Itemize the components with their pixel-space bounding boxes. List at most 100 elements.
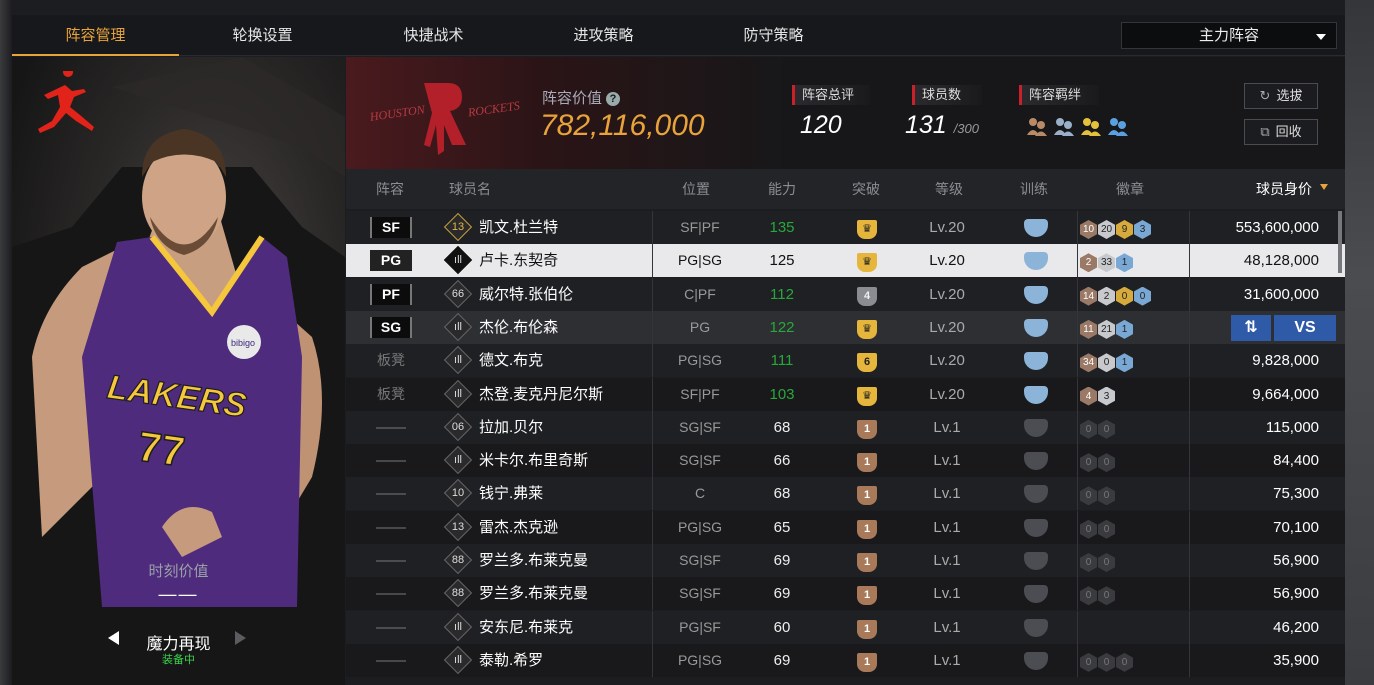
badge-hex-icon: 0 (1134, 286, 1151, 306)
help-icon[interactable]: ? (606, 92, 621, 106)
skin-next-arrow-icon[interactable] (235, 631, 246, 645)
bond-icons[interactable] (1026, 115, 1129, 137)
recycle-button[interactable]: ⧉ 回收 (1244, 119, 1318, 145)
bond-bronze-icon[interactable] (1026, 115, 1048, 137)
player-level: Lv.1 (933, 585, 961, 603)
player-overall: 112 (770, 285, 794, 303)
training-shield-icon[interactable] (1024, 252, 1048, 271)
training-shield-icon[interactable] (1024, 318, 1048, 337)
training-shield-icon[interactable] (1024, 651, 1048, 670)
badge-hex-icon: 11 (1080, 319, 1097, 339)
player-value: 553,600,000 (1235, 219, 1319, 236)
table-row[interactable]: PF 66 威尔特.张伯伦 C|PF 112 4 Lv.20 14 2 0 0 31,600,000 (346, 277, 1345, 311)
badge-hex-icon: 1 (1116, 353, 1133, 373)
player-position: SG|SF (679, 585, 721, 602)
jersey-number-icon: 06 (443, 412, 473, 441)
tab-quick-tactics[interactable]: 快捷战术 (350, 15, 517, 56)
reserve-label: —— (376, 485, 406, 503)
player-value: 56,900 (1273, 585, 1319, 603)
training-shield-icon[interactable] (1024, 352, 1048, 371)
slot-cell: 板凳 (368, 344, 414, 377)
table-row[interactable]: —— 06 拉加.贝尔 SG|SF 68 1 Lv.1 0 0 115,000 (346, 410, 1345, 444)
col-level[interactable]: 等级 (935, 169, 963, 209)
table-row[interactable]: —— 10 钱宁.弗莱 C 68 1 Lv.1 0 0 75,300 (346, 477, 1345, 511)
table-row[interactable]: —— 88 罗兰多.布莱克曼 SG|SF 69 1 Lv.1 0 0 56,900 (346, 544, 1345, 577)
roster-scrollbar[interactable] (1338, 211, 1342, 273)
svg-text:bibigo: bibigo (231, 338, 255, 348)
player-level: Lv.1 (933, 618, 961, 636)
table-row[interactable]: —— 88 罗兰多.布莱克曼 SG|SF 69 1 Lv.1 0 0 56,900 (346, 577, 1345, 611)
training-cell (1002, 311, 1070, 344)
scout-button[interactable]: ↻ 选拔 (1244, 83, 1318, 109)
table-row[interactable]: —— ıll 泰勒.希罗 PG|SG 69 1 Lv.1 0 0 0 35,900 (346, 643, 1345, 677)
table-row[interactable]: SGıll杰伦.布伦森PG122♛Lv.20112116⇅VS (346, 310, 1345, 344)
player-position: PG|SG (677, 252, 723, 269)
jersey-cell: 10 (443, 477, 473, 510)
badge-hex-icon: 0 (1098, 586, 1115, 606)
training-shield-icon[interactable] (1024, 219, 1048, 237)
player-position: PG|SG (677, 518, 723, 535)
training-shield-icon[interactable] (1024, 418, 1048, 437)
breakthrough-cell: 1 (834, 644, 900, 677)
breakthrough-icon: ♛ (857, 319, 877, 339)
training-shield-icon[interactable] (1024, 385, 1048, 404)
col-slot[interactable]: 阵容 (376, 169, 404, 209)
training-shield-icon[interactable] (1024, 585, 1048, 604)
reserve-label: —— (376, 518, 406, 536)
player-overall: 65 (773, 518, 791, 536)
player-value: 75,300 (1273, 485, 1319, 503)
table-row[interactable]: PG ıll 卢卡.东契奇 PG|SG 125 ♛ Lv.20 2 33 1 48,128,000 (346, 244, 1345, 278)
training-shield-icon[interactable] (1024, 285, 1048, 304)
tab-defense[interactable]: 防守策略 (690, 15, 857, 56)
bench-label: 板凳 (377, 352, 405, 369)
badge-hex-icon: 33 (1098, 253, 1115, 273)
player-name: 杰伦.布伦森 (479, 318, 559, 336)
col-player-value[interactable]: 球员身价 (1256, 169, 1328, 209)
table-row[interactable]: 板凳 ıll 德文.布克 PG|SG 111 6 Lv.20 34 0 1 9,828,000 (346, 344, 1345, 378)
training-shield-icon[interactable] (1024, 485, 1048, 504)
jersey-cell: 66 (443, 278, 473, 311)
bond-blue-icon[interactable] (1107, 115, 1129, 137)
player-position: PG|SG (677, 651, 723, 668)
tab-lineup[interactable]: 阵容管理 (12, 15, 179, 56)
player-value: 48,128,000 (1243, 252, 1319, 270)
breakthrough-cell: 1 (834, 577, 900, 610)
swap-button[interactable]: ⇅ (1231, 314, 1271, 341)
col-breakthrough[interactable]: 突破 (852, 169, 880, 209)
jersey-cell: ıll (443, 611, 473, 644)
training-shield-icon[interactable] (1024, 618, 1048, 637)
col-position[interactable]: 位置 (682, 169, 710, 209)
player-name: 卢卡.东契奇 (479, 252, 559, 270)
training-shield-icon[interactable] (1024, 452, 1048, 471)
tab-rotation[interactable]: 轮换设置 (179, 15, 346, 56)
lineup-dropdown[interactable]: 主力阵容 (1121, 22, 1337, 49)
player-name: 德文.布克 (479, 352, 544, 370)
training-shield-icon[interactable] (1024, 552, 1048, 570)
jersey-cell: 88 (443, 544, 473, 577)
table-row[interactable]: —— ıll 安东尼.布莱克 PG|SF 60 1 Lv.1 46,200 (346, 610, 1345, 644)
reserve-label: —— (376, 418, 406, 436)
player-overall: 66 (773, 452, 791, 470)
player-position: PG|SG (677, 352, 723, 369)
player-level: Lv.20 (929, 219, 965, 236)
player-level: Lv.1 (933, 418, 961, 436)
table-row[interactable]: SF 13 凯文.杜兰特 SF|PF 135 ♛ Lv.20 10 20 9 3 553,600,00… (346, 211, 1345, 244)
training-shield-icon[interactable] (1024, 518, 1048, 537)
player-name: 泰勒.希罗 (479, 651, 544, 669)
col-training[interactable]: 训练 (1020, 169, 1048, 209)
bond-gold-icon[interactable] (1080, 115, 1102, 137)
bond-silver-icon[interactable] (1053, 115, 1075, 137)
slot-cell: SG (368, 311, 414, 344)
table-row[interactable]: —— ıll 米卡尔.布里奇斯 SG|SF 66 1 Lv.1 0 0 84,400 (346, 444, 1345, 478)
tab-offense[interactable]: 进攻策略 (520, 15, 687, 56)
badge-hex-icon: 0 (1080, 519, 1097, 539)
vs-button[interactable]: VS (1274, 314, 1336, 341)
table-row[interactable]: —— 13 雷杰.杰克逊 PG|SG 65 1 Lv.1 0 0 70,100 (346, 510, 1345, 544)
table-row[interactable]: 板凳 ıll 杰登.麦克丹尼尔斯 SF|PF 103 ♛ Lv.20 4 3 9,664,000 (346, 377, 1345, 411)
col-overall[interactable]: 能力 (768, 169, 796, 209)
col-badges[interactable]: 徽章 (1116, 169, 1144, 209)
col-name[interactable]: 球员名 (449, 169, 491, 209)
badge-hex-icon: 0 (1098, 419, 1115, 439)
breakthrough-icon: 4 (857, 286, 877, 306)
jersey-number-icon: 66 (443, 279, 473, 308)
